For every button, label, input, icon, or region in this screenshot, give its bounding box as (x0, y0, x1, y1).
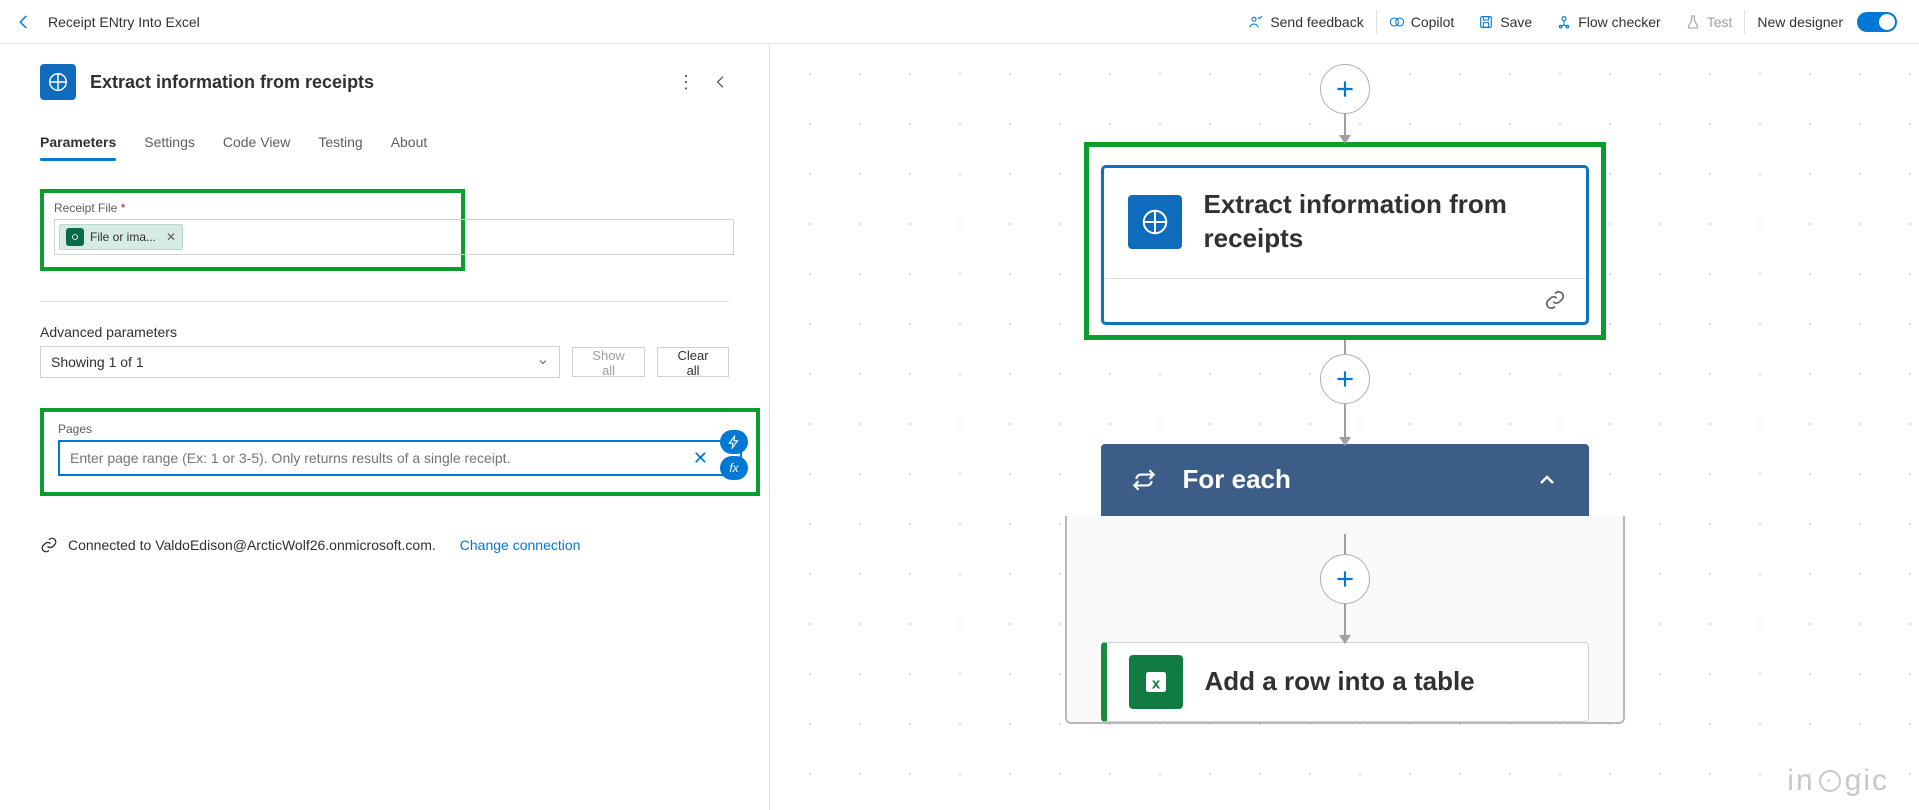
loop-icon (1131, 467, 1157, 493)
flow-checker-button[interactable]: Flow checker (1544, 0, 1672, 44)
tab-about[interactable]: About (391, 128, 428, 160)
tab-testing[interactable]: Testing (318, 128, 362, 160)
advanced-params-label: Advanced parameters (40, 324, 729, 340)
back-button[interactable] (10, 8, 38, 36)
canvas[interactable]: Extract information from receipts (770, 44, 1919, 810)
pages-label: Pages (58, 422, 742, 436)
copilot-label: Copilot (1411, 14, 1455, 30)
expression-fx-button[interactable]: fx (720, 456, 748, 480)
main: Extract information from receipts ⋮ Para… (0, 44, 1919, 810)
connector-line (1344, 340, 1346, 354)
connector-line (1344, 604, 1346, 642)
extract-receipts-node[interactable]: Extract information from receipts (1101, 165, 1589, 325)
new-designer-label: New designer (1757, 14, 1843, 30)
dynamic-content-button[interactable] (720, 430, 748, 454)
top-actions: Send feedback Copilot Save Flow checker (1236, 0, 1909, 44)
action-panel: Extract information from receipts ⋮ Para… (0, 44, 770, 810)
dynamic-content-chip[interactable]: File or ima... ✕ (59, 224, 183, 250)
clear-input-button[interactable]: ✕ (693, 448, 708, 469)
flow-checker-icon (1556, 14, 1572, 30)
add-step-button-top[interactable] (1320, 64, 1370, 114)
collapse-panel-button[interactable] (713, 74, 729, 90)
test-label: Test (1707, 14, 1733, 30)
flask-icon (1685, 14, 1701, 30)
expression-buttons: fx (720, 430, 748, 480)
add-step-button-mid[interactable] (1320, 354, 1370, 404)
chevron-up-icon[interactable] (1535, 468, 1559, 492)
new-designer-toggle-wrap: New designer (1745, 0, 1909, 44)
save-button[interactable]: Save (1466, 0, 1544, 44)
connector-line (1344, 114, 1346, 142)
save-label: Save (1500, 14, 1532, 30)
excel-icon: x (1129, 655, 1183, 709)
ai-builder-icon (40, 64, 76, 100)
save-icon (1478, 14, 1494, 30)
receipt-file-label: Receipt File * (54, 201, 451, 215)
copilot-button[interactable]: Copilot (1377, 0, 1467, 44)
chip-remove-button[interactable]: ✕ (166, 230, 176, 244)
flow-checker-label: Flow checker (1578, 14, 1660, 30)
change-connection-link[interactable]: Change connection (460, 537, 581, 553)
connector-line (1344, 404, 1346, 444)
copilot-icon (1389, 14, 1405, 30)
node-title: Add a row into a table (1205, 665, 1475, 699)
node-title: Extract information from receipts (1204, 188, 1562, 256)
link-icon (40, 536, 58, 554)
select-value: Showing 1 of 1 (51, 354, 144, 370)
advanced-params-select[interactable]: Showing 1 of 1 (40, 346, 560, 378)
for-each-container: x Add a row into a table (1065, 516, 1625, 724)
for-each-title: For each (1183, 464, 1509, 495)
advanced-params-row: Showing 1 of 1 Show all Clear all (40, 346, 729, 378)
attachment-icon (66, 228, 84, 246)
receipt-file-section: Receipt File * File or ima... ✕ (40, 189, 465, 271)
panel-header: Extract information from receipts ⋮ (40, 64, 729, 100)
test-button[interactable]: Test (1673, 0, 1745, 44)
flow-column: Extract information from receipts (1085, 64, 1605, 724)
link-icon (1544, 289, 1566, 311)
more-menu-button[interactable]: ⋮ (677, 73, 695, 91)
connected-to-text: Connected to ValdoEdison@ArcticWolf26.on… (68, 537, 436, 553)
connection-row: Connected to ValdoEdison@ArcticWolf26.on… (40, 536, 729, 554)
ai-builder-icon (1128, 195, 1182, 249)
flow-title: Receipt ENtry Into Excel (48, 14, 200, 30)
clear-all-button[interactable]: Clear all (657, 347, 729, 377)
divider (40, 301, 729, 302)
feedback-label: Send feedback (1270, 14, 1363, 30)
selected-node-highlight: Extract information from receipts (1084, 142, 1606, 340)
chevron-down-icon (537, 356, 549, 368)
tab-parameters[interactable]: Parameters (40, 128, 116, 160)
for-each-node[interactable]: For each (1101, 444, 1589, 516)
add-step-button-inner[interactable] (1320, 554, 1370, 604)
panel-tabs: Parameters Settings Code View Testing Ab… (40, 128, 729, 161)
send-feedback-button[interactable]: Send feedback (1236, 0, 1375, 44)
top-bar: Receipt ENtry Into Excel Send feedback C… (0, 0, 1919, 44)
pages-input[interactable] (58, 440, 742, 476)
svg-text:x: x (1151, 675, 1160, 692)
add-row-excel-node[interactable]: x Add a row into a table (1101, 642, 1589, 722)
new-designer-toggle[interactable] (1857, 12, 1897, 32)
receipt-file-input[interactable]: File or ima... ✕ (54, 219, 734, 255)
tab-settings[interactable]: Settings (144, 128, 195, 160)
feedback-icon (1248, 14, 1264, 30)
panel-title: Extract information from receipts (90, 72, 663, 93)
chip-text: File or ima... (90, 230, 156, 244)
pages-section: Pages ✕ fx (40, 408, 760, 496)
show-all-button[interactable]: Show all (572, 347, 645, 377)
connector-line (1344, 534, 1346, 554)
watermark: in•gic (1787, 764, 1889, 798)
tab-code-view[interactable]: Code View (223, 128, 290, 160)
